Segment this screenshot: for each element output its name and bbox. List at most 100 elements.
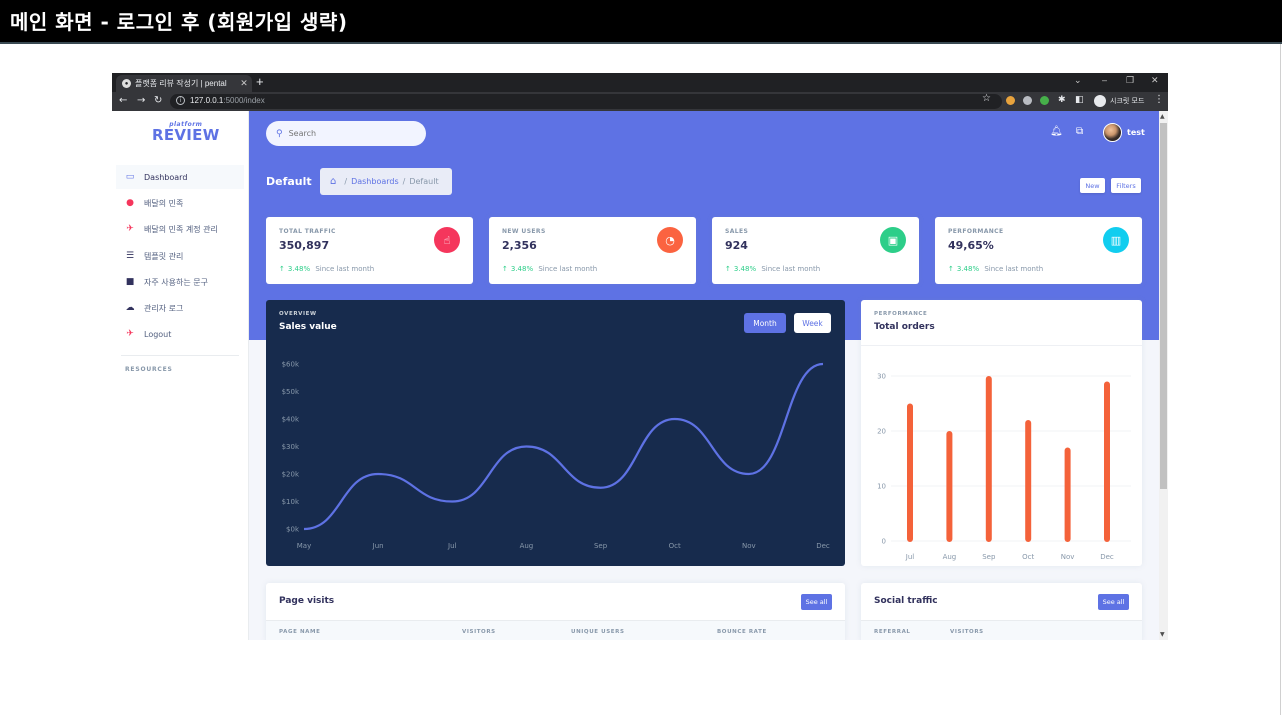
x-tick-label: Sep [982,553,996,561]
x-tick-label: Nov [1061,553,1075,561]
pie-chart-icon: ◔ [657,227,683,253]
arrow-up-icon: ↑ [502,265,508,273]
sidebar-item-baemin-accounts[interactable]: ✈ 배달의 민족 계정 관리 [116,217,244,241]
sidebar-item-templates[interactable]: ☰ 템플릿 관리 [116,244,244,268]
favicon-icon: ● [122,79,131,88]
x-tick-label: Dec [1100,553,1114,561]
avatar[interactable] [1103,123,1122,142]
social-traffic-table-header: REFERRAL VISITORS [861,620,1142,640]
y-tick-label: 10 [877,483,886,491]
restore-icon[interactable]: ❐ [1126,75,1134,86]
list-icon: ☰ [125,251,135,261]
scroll-down-icon[interactable]: ▼ [1160,631,1165,638]
breadcrumb: ⌂ / Dashboards / Default [320,168,452,195]
y-tick-label: $0k [286,526,300,534]
tab-bar: ● 플랫폼 리뷰 작성기 | pental ✕ + ⌄ – ❐ ✕ [112,73,1168,92]
sidebar-item-phrases[interactable]: ■ 자주 사용하는 문구 [116,270,244,294]
sidebar-item-logout[interactable]: ✈ Logout [116,322,244,346]
x-tick-label: Oct [1022,553,1034,561]
sales-overview-card: OVERVIEW Sales value Month Week $0k $10k $… [266,300,845,566]
scroll-thumb[interactable] [1160,123,1167,489]
y-tick-label: $40k [282,416,300,424]
slide-title: 메인 화면 - 로그인 후 (회원가입 생략) [10,10,348,34]
breadcrumb-dashboards[interactable]: Dashboards [351,177,399,186]
incognito-icon [1094,95,1106,107]
logo[interactable]: platform REVIEW [152,121,220,144]
x-tick-label: Oct [669,542,681,550]
close-tab-icon[interactable]: ✕ [238,78,250,89]
leaf-icon: ● [126,198,134,208]
x-tick-label: Jul [905,553,915,561]
social-traffic-card: Social traffic See all REFERRAL VISITORS [861,583,1142,640]
runner-icon: ✈ [126,224,134,234]
sidebar-divider [121,355,239,356]
orders-bar-chart: 0 10 20 30 Jul Aug Sep Oct Nov Dec [877,373,1131,561]
new-button[interactable]: New [1080,178,1105,193]
y-tick-label: $30k [282,443,300,451]
browser-tab[interactable]: ● 플랫폼 리뷰 작성기 | pental ✕ [116,75,252,92]
tab-search-icon[interactable]: ⌄ [1074,75,1082,86]
extension-leaf-icon[interactable] [1040,96,1049,105]
forward-icon[interactable]: → [137,95,145,106]
monitor-icon: ▭ [125,172,135,182]
sidebar-item-baemin[interactable]: ● 배달의 민족 [116,191,244,215]
bookmark-star-icon[interactable]: ☆ [982,93,991,104]
search-box[interactable]: ⚲ [266,121,426,146]
page-viewport: platform REVIEW ▭ Dashboard ● 배달의 민족 ✈ 배… [112,111,1159,640]
site-info-icon[interactable]: i [176,96,185,105]
x-tick-label: Jul [447,542,457,550]
apps-icon[interactable]: ⧉ [1076,126,1083,137]
url-field[interactable]: i 127.0.0.1:5000/index [170,94,1002,109]
home-icon[interactable]: ⌂ [330,176,336,187]
page-title: Default [266,175,312,188]
y-tick-label: $20k [282,471,300,479]
y-tick-label: $10k [282,498,300,506]
x-tick-label: Aug [943,553,957,561]
slide-border [1280,44,1281,715]
y-tick-label: 20 [877,428,886,436]
extension-circle-icon[interactable] [1023,96,1032,105]
new-tab-icon[interactable]: + [256,74,264,89]
page-visits-see-all-button[interactable]: See all [801,594,832,610]
incognito-indicator[interactable]: 시크릿 모드 [1092,93,1150,109]
money-icon: ▣ [880,227,906,253]
extension-cookie-icon[interactable] [1006,96,1015,105]
hand-pointer-icon: ☝ [434,227,460,253]
stat-card-total-traffic: TOTAL TRAFFIC 350,897 ☝ ↑ 3.48% Since las… [266,217,473,284]
browser-window: ● 플랫폼 리뷰 작성기 | pental ✕ + ⌄ – ❐ ✕ ← → ↻ … [112,73,1168,640]
y-tick-label: 30 [877,373,886,381]
folder-icon: ■ [125,277,135,287]
bell-icon[interactable]: 🔔︎ [1050,126,1063,137]
username[interactable]: test [1127,128,1145,137]
x-tick-label: Dec [816,542,830,550]
minimize-icon[interactable]: – [1102,75,1107,85]
x-tick-label: Aug [520,542,534,550]
sidebar-item-dashboard[interactable]: ▭ Dashboard [116,165,244,189]
scroll-up-icon[interactable]: ▲ [1160,113,1165,120]
x-tick-label: May [297,542,311,550]
runner-icon: ✈ [126,329,134,339]
y-tick-label: 0 [882,538,886,546]
browser-menu-icon[interactable]: ⋮ [1154,94,1164,105]
social-traffic-see-all-button[interactable]: See all [1098,594,1129,610]
side-panel-icon[interactable]: ◧ [1075,95,1084,105]
scrollbar[interactable]: ▲ ▼ [1159,111,1168,640]
arrow-up-icon: ↑ [725,265,731,273]
sidebar: platform REVIEW ▭ Dashboard ● 배달의 민족 ✈ 배… [112,111,249,640]
sales-line-series [303,362,824,531]
cloud-icon: ☁ [125,303,135,313]
filters-button[interactable]: Filters [1111,178,1141,193]
stat-card-performance: PERFORMANCE 49,65% ▥ ↑ 3.48% Since last m… [935,217,1142,284]
arrow-up-icon: ↑ [279,265,285,273]
x-tick-label: Nov [742,542,756,550]
tab-title: 플랫폼 리뷰 작성기 | pental [135,79,227,88]
stat-card-sales: SALES 924 ▣ ↑ 3.48% Since last month [712,217,919,284]
window-close-icon[interactable]: ✕ [1151,75,1159,86]
extensions-puzzle-icon[interactable]: ✱ [1058,95,1066,105]
breadcrumb-current: Default [409,177,439,186]
back-icon[interactable]: ← [119,95,127,106]
search-icon: ⚲ [276,128,283,139]
sidebar-item-admin-log[interactable]: ☁ 관리자 로그 [116,296,244,320]
reload-icon[interactable]: ↻ [154,95,162,106]
search-input[interactable] [288,129,409,138]
